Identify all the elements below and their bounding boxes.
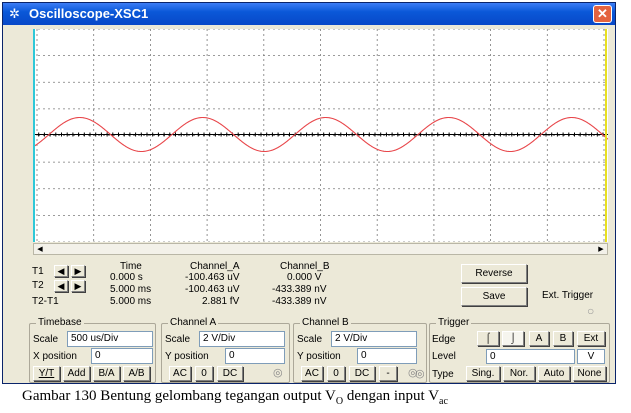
t1-chb: 0.000 V — [287, 272, 322, 283]
timebase-scale-label: Scale — [33, 334, 59, 345]
close-icon: ✕ — [597, 6, 608, 21]
channel-b-ypos-label: Y position — [297, 351, 341, 362]
caption-sub-ac: ac — [439, 396, 448, 407]
trigger-source-b-button[interactable]: B — [553, 331, 573, 346]
edge-falling-button[interactable]: ⌡ — [502, 331, 524, 346]
reverse-button[interactable]: Reverse — [461, 264, 527, 283]
x-position-field[interactable]: 0 — [91, 348, 153, 364]
timebase-title: Timebase — [36, 317, 84, 328]
timebase-scale-field[interactable]: 500 us/Div — [67, 331, 153, 347]
t2-cha: -100.463 uV — [185, 284, 240, 295]
channel-b-zero-button[interactable]: 0 — [327, 366, 345, 381]
t1-left-button[interactable]: ◀ — [54, 265, 68, 277]
channel-a-ypos-label: Y position — [165, 351, 209, 362]
t2-t1-label: T2-T1 — [32, 296, 59, 307]
channel-a-ac-button[interactable]: AC — [169, 366, 191, 381]
scope-display — [33, 29, 608, 242]
t1-cha: -100.463 uV — [185, 272, 240, 283]
caption-prefix: Gambar 130 Bentung gelombang tegangan ou… — [22, 388, 336, 404]
channel-a-ypos-field[interactable]: 0 — [225, 348, 285, 364]
mode-ba-button[interactable]: B/A — [93, 366, 120, 381]
channel-a-title: Channel A — [168, 317, 219, 328]
mode-ab-button[interactable]: A/B — [123, 366, 150, 381]
channel-b-scale-label: Scale — [297, 334, 323, 345]
ext-trigger-label: Ext. Trigger — [542, 290, 594, 301]
trigger-level-unit[interactable]: V — [577, 349, 605, 364]
type-auto-button[interactable]: Auto — [538, 366, 570, 381]
save-button[interactable]: Save — [461, 287, 527, 306]
channel-b-title: Channel B — [300, 317, 351, 328]
title-bar: ✲ Oscilloscope-XSC1 ✕ — [3, 3, 615, 25]
ext-trigger-terminal-icon[interactable]: ○ — [587, 304, 594, 318]
window-title: Oscilloscope-XSC1 — [29, 6, 149, 21]
arrow-left-icon: ◀ — [57, 266, 65, 276]
t2-label: T2 — [32, 280, 44, 291]
close-button[interactable]: ✕ — [593, 5, 612, 23]
trigger-level-field[interactable]: 0 — [486, 349, 575, 364]
arrow-right-icon: ▶ — [74, 266, 82, 276]
t2-right-button[interactable]: ▶ — [71, 280, 85, 292]
edge-rising-button[interactable]: ⌠ — [477, 331, 499, 346]
arrow-left-icon: ◀ — [57, 281, 65, 291]
x-position-label: X position — [33, 351, 77, 362]
t2-left-button[interactable]: ◀ — [54, 280, 68, 292]
trigger-edge-label: Edge — [432, 334, 456, 345]
figure-caption: Gambar 130 Bentung gelombang tegangan ou… — [22, 388, 448, 407]
channel-b-dc-button[interactable]: DC — [349, 366, 375, 381]
type-single-button[interactable]: Sing. — [466, 366, 500, 381]
scope-graph — [33, 29, 608, 242]
channel-b-minus-button[interactable]: - — [379, 366, 397, 381]
arrow-right-icon: ▶ — [74, 281, 82, 291]
t1-right-button[interactable]: ▶ — [71, 265, 85, 277]
channel-b-ac-button[interactable]: AC — [301, 366, 323, 381]
rising-edge-icon: ⌠ — [484, 333, 492, 344]
trigger-source-a-button[interactable]: A — [529, 331, 549, 346]
t2-t1-chb: -433.389 nV — [272, 296, 327, 307]
channel-b-scale-field[interactable]: 2 V/Div — [331, 331, 417, 347]
channel-a-dc-button[interactable]: DC — [217, 366, 243, 381]
caption-middle: dengan input V — [343, 388, 440, 404]
channel-a-zero-button[interactable]: 0 — [195, 366, 213, 381]
t1-time: 0.000 s — [110, 272, 143, 283]
t2-t1-cha: 2.881 fV — [202, 296, 240, 307]
trigger-terminal-icon: ◎ — [415, 368, 425, 380]
time-header: Time — [120, 261, 142, 272]
horizontal-scrollbar[interactable]: ◀ ▶ — [33, 243, 608, 255]
trigger-source-ext-button[interactable]: Ext — [577, 331, 605, 346]
t2-chb: -433.389 nV — [272, 284, 327, 295]
caption-sub-o: O — [335, 396, 344, 407]
type-none-button[interactable]: None — [573, 366, 606, 381]
type-normal-button[interactable]: Nor. — [503, 366, 535, 381]
scroll-right-icon[interactable]: ▶ — [596, 245, 606, 254]
channel-a-header: Channel_A — [190, 261, 240, 272]
mode-add-button[interactable]: Add — [63, 366, 90, 381]
t1-label: T1 — [32, 266, 44, 277]
trigger-title: Trigger — [436, 317, 472, 328]
channel-a-scale-label: Scale — [165, 334, 191, 345]
trigger-level-label: Level — [432, 351, 456, 362]
oscilloscope-icon: ✲ — [9, 6, 20, 21]
mode-yt-button[interactable]: Y/T — [33, 366, 60, 381]
trigger-type-label: Type — [432, 369, 454, 380]
channel-b-header: Channel_B — [280, 261, 330, 272]
channel-a-terminal-icon: ◎ — [273, 367, 283, 379]
channel-a-scale-field[interactable]: 2 V/Div — [199, 331, 285, 347]
falling-edge-icon: ⌡ — [509, 333, 517, 344]
t2-time: 5.000 ms — [110, 284, 152, 295]
scroll-left-icon[interactable]: ◀ — [35, 245, 45, 254]
channel-b-ypos-field[interactable]: 0 — [357, 348, 417, 364]
t2-t1-time: 5.000 ms — [110, 296, 152, 307]
